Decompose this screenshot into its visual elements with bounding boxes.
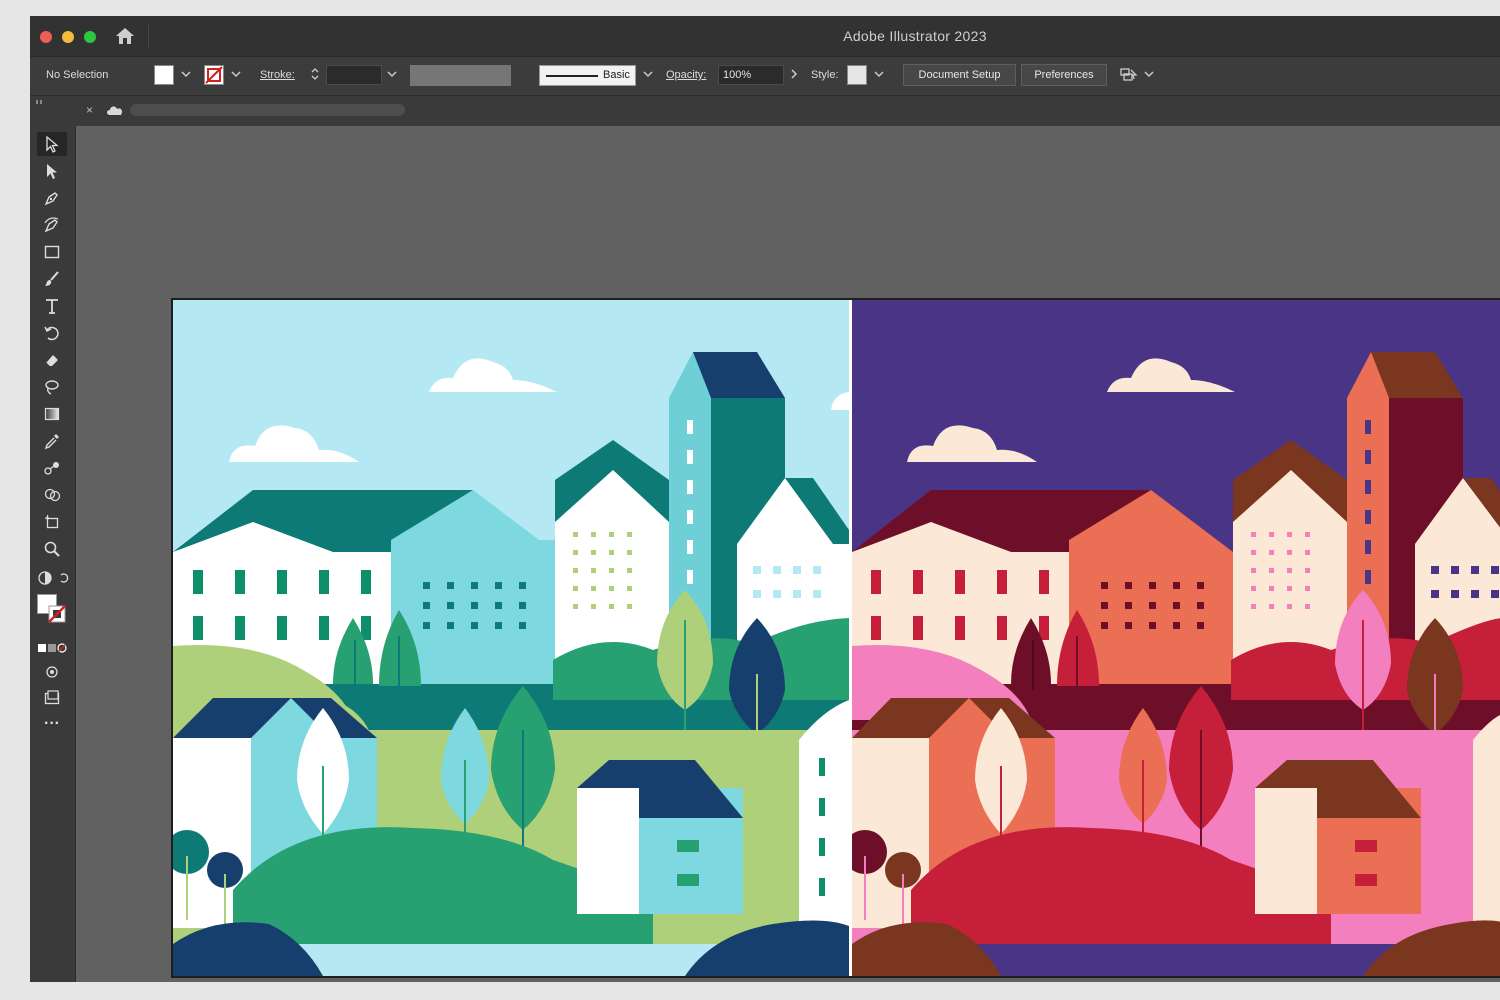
edit-toolbar-button[interactable]: ···: [37, 712, 67, 736]
stroke-weight-field[interactable]: [326, 65, 382, 85]
document-setup-button[interactable]: Document Setup: [903, 64, 1016, 86]
control-bar: No Selection Stroke: Basic Opacity: 100%…: [30, 57, 1500, 96]
color-mode-icon[interactable]: [37, 636, 67, 660]
cloud-document-icon: [107, 106, 123, 115]
lasso-tool-icon[interactable]: [37, 375, 67, 399]
pen-tool-icon[interactable]: [37, 186, 67, 210]
chevron-down-icon[interactable]: [641, 67, 655, 81]
fill-swatch[interactable]: [154, 65, 174, 85]
chevron-down-icon[interactable]: [229, 67, 243, 81]
no-stroke-icon: [205, 66, 223, 84]
chevron-down-icon[interactable]: [1142, 67, 1156, 81]
drawing-modes-icon[interactable]: [37, 660, 67, 684]
paintbrush-tool-icon[interactable]: [37, 267, 67, 291]
illustrator-window: Adobe Illustrator 2023 No Selection Stro…: [30, 16, 1500, 982]
chevron-down-icon[interactable]: [179, 67, 193, 81]
stroke-swatch[interactable]: [204, 65, 224, 85]
close-tab-button[interactable]: ×: [86, 103, 93, 117]
direct-selection-tool-icon[interactable]: [37, 159, 67, 183]
blend-tool-icon[interactable]: [37, 456, 67, 480]
arrange-documents-icon[interactable]: [1119, 66, 1139, 84]
app-title: Adobe Illustrator 2023: [30, 28, 1500, 44]
panel-grip-icon[interactable]: [36, 100, 44, 104]
style-label: Style:: [811, 69, 839, 81]
zoom-tool-icon[interactable]: [37, 537, 67, 561]
title-bar: Adobe Illustrator 2023: [30, 16, 1500, 57]
brush-definition-field[interactable]: Basic: [539, 65, 636, 86]
eraser-tool-icon[interactable]: [37, 348, 67, 372]
document-tab-bar: ×: [30, 96, 1500, 126]
rotate-tool-icon[interactable]: [37, 321, 67, 345]
gradient-tool-icon[interactable]: [37, 402, 67, 426]
chevron-right-icon[interactable]: [787, 67, 801, 81]
artwork-dusk-version: [852, 300, 1500, 976]
chevron-down-icon[interactable]: [385, 67, 399, 81]
artboard-tool-icon[interactable]: [37, 510, 67, 534]
selection-tool-icon[interactable]: [37, 132, 67, 156]
graphic-style-swatch[interactable]: [847, 65, 867, 85]
brush-stroke-preview: [546, 75, 598, 77]
document-tab-name[interactable]: [130, 104, 405, 116]
brush-name: Basic: [603, 69, 630, 81]
stroke-color-swatch[interactable]: [47, 604, 67, 624]
curvature-tool-icon[interactable]: [37, 213, 67, 237]
eyedropper-tool-icon[interactable]: [37, 429, 67, 453]
opacity-label[interactable]: Opacity:: [666, 69, 706, 81]
app-title-text: Adobe Illustrator 2023: [843, 28, 987, 44]
draw-mode-icon[interactable]: [37, 566, 71, 590]
fill-stroke-control[interactable]: [37, 594, 67, 624]
artboard[interactable]: [171, 298, 1500, 978]
selection-status: No Selection: [46, 69, 109, 81]
stepper-icon[interactable]: [308, 67, 322, 81]
type-tool-icon[interactable]: [37, 294, 67, 318]
artwork-day-version: [173, 300, 849, 976]
chevron-down-icon[interactable]: [872, 67, 886, 81]
canvas-area[interactable]: [76, 126, 1500, 982]
stroke-label[interactable]: Stroke:: [260, 69, 295, 81]
tools-panel: ···: [30, 100, 76, 982]
screen-mode-icon[interactable]: [37, 686, 67, 710]
shape-builder-tool-icon[interactable]: [37, 483, 67, 507]
opacity-field[interactable]: 100%: [718, 65, 784, 85]
variable-width-profile[interactable]: [410, 65, 511, 86]
artwork-town-illustration: [173, 300, 1500, 976]
rectangle-tool-icon[interactable]: [37, 240, 67, 264]
preferences-button[interactable]: Preferences: [1021, 64, 1107, 86]
